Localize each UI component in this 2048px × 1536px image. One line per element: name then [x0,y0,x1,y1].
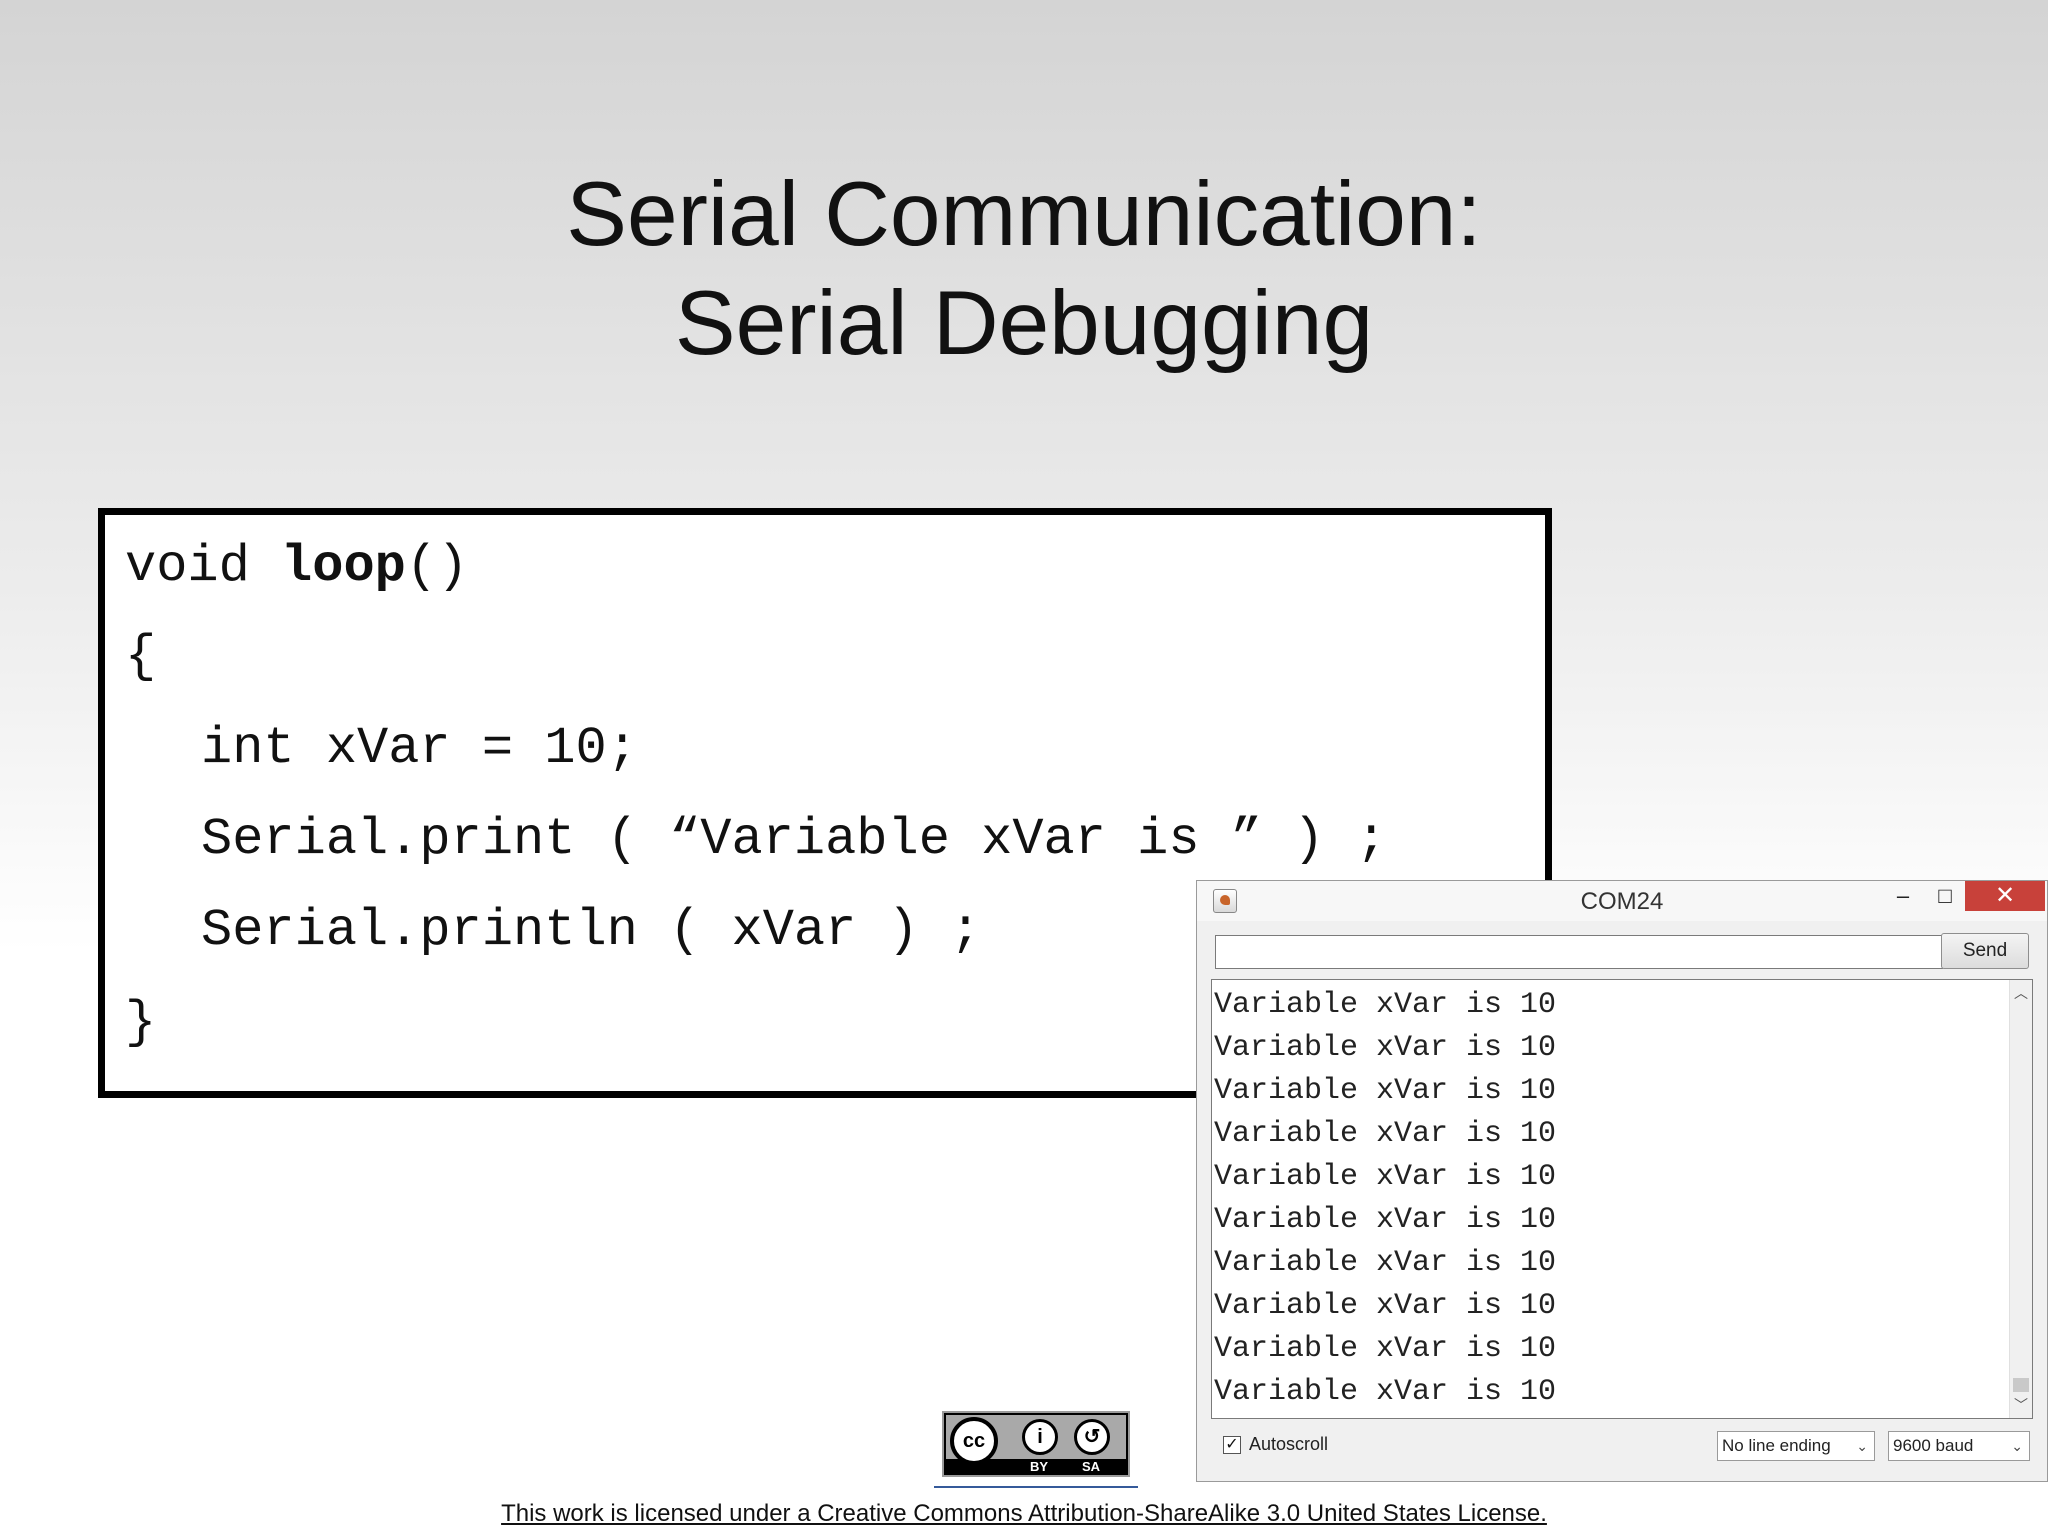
output-scrollbar[interactable]: ︿ ﹀ [2009,980,2032,1418]
code-line-2: { [125,627,157,686]
cc-by-label: BY [1030,1459,1049,1474]
output-line: Variable xVar is 10 [1214,1160,1557,1194]
output-line: Variable xVar is 10 [1214,1246,1557,1280]
close-icon[interactable]: ✕ [1965,881,2045,911]
scroll-down-icon[interactable]: ﹀ [2010,1394,2032,1416]
line-ending-select[interactable]: No line ending ⌄ [1717,1431,1875,1461]
badge-link-underline [934,1486,1138,1488]
cc-icon: cc [950,1417,998,1465]
serial-output[interactable]: Variable xVar is 10 Variable xVar is 10 … [1211,979,2033,1419]
baud-rate-select[interactable]: 9600 baud ⌄ [1888,1431,2030,1461]
slide-title-line-1: Serial Communication: [566,164,1482,265]
code-function-name: loop [281,537,406,596]
code-line-3: int xVar = 10; [201,719,638,778]
line-ending-value: No line ending [1722,1436,1831,1455]
output-line: Variable xVar is 10 [1214,1117,1557,1151]
window-titlebar[interactable]: COM24 – □ ✕ [1197,881,2047,921]
minimize-icon[interactable]: – [1881,881,1925,913]
output-line: Variable xVar is 10 [1214,988,1557,1022]
output-line: Variable xVar is 10 [1214,1031,1557,1065]
code-line-4: Serial.print ( “Variable xVar is ” ) ; [201,810,1387,869]
checkbox-check-icon: ✓ [1225,1436,1239,1453]
code-line-5: Serial.println ( xVar ) ; [201,901,982,960]
license-link[interactable]: This work is licensed under a Creative C… [0,1500,2048,1528]
send-button[interactable]: Send [1941,933,2029,969]
autoscroll-checkbox[interactable]: ✓ [1223,1436,1241,1454]
chevron-down-icon: ⌄ [1856,1438,1868,1454]
share-alike-icon: ↺ [1074,1419,1110,1455]
cc-license-badge[interactable]: cc i ↺ BY SA [942,1411,1130,1477]
output-line: Variable xVar is 10 [1214,1203,1557,1237]
code-line-1: void loop() [125,537,468,597]
output-line: Variable xVar is 10 [1214,1074,1557,1108]
attribution-icon: i [1022,1419,1058,1455]
output-line: Variable xVar is 10 [1214,1332,1557,1366]
output-line: Variable xVar is 10 [1214,1375,1557,1409]
autoscroll-label: Autoscroll [1249,1434,1329,1454]
code-parens: () [405,537,469,596]
chevron-down-icon: ⌄ [2011,1438,2023,1454]
code-line-6: } [125,993,157,1052]
scroll-thumb[interactable] [2013,1378,2029,1392]
serial-monitor-window: COM24 – □ ✕ Send Variable xVar is 10 Var… [1196,880,2048,1482]
code-keyword-void: void [125,537,282,596]
maximize-icon[interactable]: □ [1923,881,1967,913]
scroll-up-icon[interactable]: ︿ [2010,982,2032,1004]
baud-rate-value: 9600 baud [1893,1436,1974,1455]
output-line: Variable xVar is 10 [1214,1289,1557,1323]
cc-sa-label: SA [1082,1459,1101,1474]
serial-input[interactable] [1215,935,1943,969]
slide-title: Serial Communication: Serial Debugging [0,160,2048,378]
slide-title-line-2: Serial Debugging [674,273,1374,374]
